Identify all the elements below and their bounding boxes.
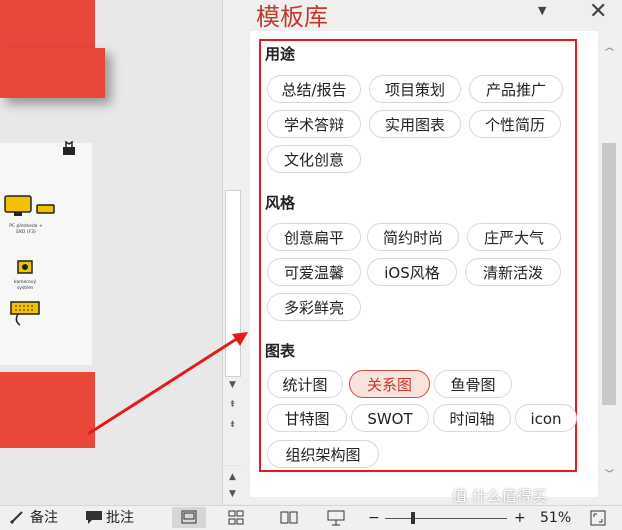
tag-fishbone-chart[interactable]: 鱼骨图 — [434, 370, 512, 398]
editor-scroll-thumb[interactable] — [225, 190, 241, 377]
camera-label: kamerový systém — [13, 280, 37, 291]
tag-summary-report[interactable]: 总结/报告 — [267, 75, 361, 103]
tag-resume[interactable]: 个性简历 — [469, 110, 561, 138]
zoom-out-button[interactable]: − — [368, 508, 380, 528]
template-category-list: 用途 总结/报告 项目策划 产品推广 学术答辩 实用图表 个性简历 文化创意 风… — [250, 31, 598, 497]
tag-solemn[interactable]: 庄严大气 — [467, 223, 561, 251]
binder-clip-icon — [63, 140, 75, 155]
slide-red-header — [0, 0, 95, 48]
slide-red-band — [0, 48, 105, 98]
panel-scroll-thumb[interactable] — [602, 143, 616, 405]
fit-to-window-icon[interactable] — [590, 510, 606, 526]
slide-sorter-icon[interactable] — [228, 510, 244, 525]
previous-slide-icon[interactable]: ⇞ — [225, 398, 240, 412]
slide-page — [0, 143, 92, 365]
template-library-panel: 模板库 ▼ ✕ 用途 总结/报告 项目策划 产品推广 学术答辩 实用图表 个性简… — [242, 0, 622, 505]
tag-creative-flat[interactable]: 创意扁平 — [267, 223, 361, 251]
tag-swot[interactable]: SWOT — [351, 404, 429, 432]
tag-relationship-chart[interactable]: 关系图 — [349, 370, 430, 398]
computer-icon — [4, 195, 55, 216]
camera-icon — [17, 260, 33, 274]
close-icon[interactable]: ✕ — [589, 0, 607, 24]
watermark: 值 什么值得买 — [452, 487, 547, 505]
tag-project-plan[interactable]: 项目策划 — [369, 75, 461, 103]
section-title-charts: 图表 — [265, 342, 296, 360]
notes-icon — [10, 511, 23, 524]
tag-icon[interactable]: icon — [515, 404, 577, 432]
tag-org-chart[interactable]: 组织架构图 — [267, 440, 379, 468]
tag-cultural-creative[interactable]: 文化创意 — [267, 145, 361, 173]
tag-timeline[interactable]: 时间轴 — [433, 404, 511, 432]
editor-vertical-scrollbar[interactable]: ▼ ⇞ ⇟ — [222, 0, 242, 465]
slide-editor[interactable]: PC předsedа + EKO (F3) kamerový systém — [0, 0, 222, 505]
comments-button[interactable]: 批注 — [106, 508, 134, 528]
tag-fresh-lively[interactable]: 清新活泼 — [465, 258, 561, 286]
panel-vertical-scrollbar[interactable]: ︿ ﹀ — [600, 31, 619, 497]
tag-cute-warm[interactable]: 可爱温馨 — [267, 258, 361, 286]
tag-ios-style[interactable]: iOS风格 — [367, 258, 457, 286]
slide-red-footer — [0, 372, 95, 448]
tag-gantt-chart[interactable]: 甘特图 — [267, 404, 347, 432]
pc-label: PC předsedа + EKO (F3) — [9, 224, 43, 235]
next-slide-icon[interactable]: ⇟ — [225, 418, 240, 432]
section-title-style: 风格 — [265, 194, 296, 212]
zoom-level[interactable]: 51% — [540, 508, 571, 528]
scroll-down-icon[interactable]: ▼ — [225, 487, 240, 501]
zoom-in-button[interactable]: + — [514, 508, 526, 528]
tag-statistics-chart[interactable]: 统计图 — [267, 370, 343, 398]
tag-simple-fashion[interactable]: 简约时尚 — [367, 223, 459, 251]
tag-product-promo[interactable]: 产品推广 — [469, 75, 563, 103]
scroll-up-icon[interactable]: ︿ — [602, 41, 617, 55]
panel-title: 模板库 — [256, 3, 328, 31]
scroll-down-icon[interactable]: ﹀ — [602, 468, 617, 482]
reading-view-icon[interactable] — [280, 510, 298, 525]
editor-scroll-corner: ▲ ▼ — [222, 466, 242, 504]
triangle-down-icon[interactable]: ▼ — [538, 4, 546, 17]
normal-view-button[interactable] — [172, 507, 206, 528]
slideshow-icon[interactable] — [327, 510, 345, 526]
scroll-up-icon[interactable]: ▲ — [225, 470, 240, 484]
normal-view-icon — [181, 510, 197, 524]
comment-icon — [86, 511, 102, 524]
scroll-down-icon[interactable]: ▼ — [225, 378, 240, 392]
notes-button[interactable]: 备注 — [30, 508, 58, 528]
tag-colorful-bright[interactable]: 多彩鲜亮 — [267, 293, 361, 321]
status-bar: 备注 批注 − + 51% — [0, 505, 622, 530]
tag-academic-defense[interactable]: 学术答辩 — [267, 110, 361, 138]
tag-practical-charts[interactable]: 实用图表 — [369, 110, 461, 138]
section-title-usage: 用途 — [265, 45, 296, 63]
zoom-slider-thumb[interactable] — [411, 512, 415, 524]
keyboard-icon — [10, 301, 40, 326]
zoom-slider[interactable] — [385, 518, 507, 519]
